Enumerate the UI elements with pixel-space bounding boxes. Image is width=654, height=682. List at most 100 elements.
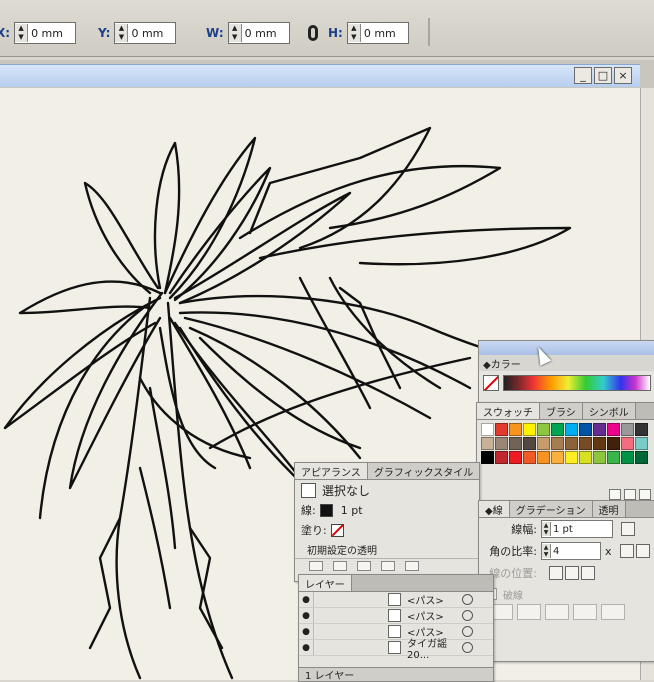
color-swatch[interactable] [509,451,522,464]
color-swatch[interactable] [593,451,606,464]
visibility-eye-icon[interactable]: ● [299,611,313,621]
color-swatch[interactable] [579,437,592,450]
swatch-library-icon[interactable] [609,488,621,500]
delete-swatch-icon[interactable] [639,488,651,500]
appearance-stroke-row[interactable]: 線: 1 pt [295,500,479,520]
miter-join-button[interactable] [619,544,634,558]
appearance-fill-row[interactable]: 塗り: [295,520,479,540]
color-swatch[interactable] [481,423,494,436]
dash-field[interactable] [545,604,569,620]
h-input[interactable]: ▲ ▼ 0 mm [346,22,409,44]
tab-transparency[interactable]: 透明 [592,501,626,517]
visibility-eye-icon[interactable]: ● [299,643,313,653]
tab-appearance[interactable]: アピアランス [295,463,368,479]
color-swatch[interactable] [551,451,564,464]
tab-stroke[interactable]: ◆線 [479,501,510,517]
target-circle-icon[interactable] [462,642,473,653]
color-swatch[interactable] [495,437,508,450]
target-circle-icon[interactable] [462,594,473,605]
color-swatch[interactable] [565,437,578,450]
color-panel-header[interactable] [479,341,654,355]
lock-column[interactable] [313,608,370,623]
layer-row[interactable]: ● <パス> [299,608,493,624]
color-swatch[interactable] [635,423,648,436]
y-input[interactable]: ▲ ▼ 0 mm [114,22,177,44]
tab-layers[interactable]: レイヤー [299,575,352,591]
tab-symbols[interactable]: シンボル [582,403,636,419]
color-spectrum-bar[interactable] [503,375,651,391]
dash-field[interactable] [601,604,625,620]
color-swatch[interactable] [621,423,634,436]
visibility-eye-icon[interactable]: ● [299,627,313,637]
color-tab[interactable]: ◆カラー [479,355,654,371]
color-swatch[interactable] [565,423,578,436]
color-swatch[interactable] [509,423,522,436]
lock-column[interactable] [313,640,370,655]
lock-column[interactable] [313,592,370,607]
color-swatch[interactable] [523,437,536,450]
new-swatch-icon[interactable] [624,488,636,500]
default-opacity-row[interactable]: 初期設定の透明 [295,540,479,558]
color-swatch[interactable] [579,423,592,436]
align-center-button[interactable] [549,566,563,580]
tab-brushes[interactable]: ブラシ [540,403,583,419]
x-stepper[interactable]: ▲ ▼ [15,24,29,42]
reduce-appearance-icon[interactable] [357,561,371,571]
new-art-icon[interactable] [309,561,323,571]
round-join-button[interactable] [635,544,650,558]
align-inside-button[interactable] [565,566,579,580]
duplicate-item-icon[interactable] [381,561,395,571]
color-swatch[interactable] [537,423,550,436]
color-swatch[interactable] [635,451,648,464]
color-swatch[interactable] [481,437,494,450]
color-swatch[interactable] [621,451,634,464]
gap-field[interactable] [573,604,597,620]
tab-graphic-styles[interactable]: グラフィックスタイル [367,463,481,479]
w-input[interactable]: ▲ ▼ 0 mm [227,22,290,44]
color-swatch[interactable] [495,423,508,436]
color-swatch[interactable] [523,451,536,464]
align-outside-button[interactable] [581,566,595,580]
color-swatch[interactable] [593,423,606,436]
close-button[interactable]: × [614,67,632,84]
color-swatch[interactable] [551,423,564,436]
none-color-icon[interactable] [483,375,499,391]
color-swatch[interactable] [635,437,648,450]
color-swatch[interactable] [607,437,620,450]
tab-swatches[interactable]: スウォッチ [477,403,540,419]
color-swatch[interactable] [621,437,634,450]
lock-column[interactable] [313,624,370,639]
target-circle-icon[interactable] [462,626,473,637]
stroke-swatch[interactable] [319,503,333,517]
color-swatch[interactable] [537,451,550,464]
visibility-eye-icon[interactable]: ● [299,595,313,605]
x-input[interactable]: ▲ ▼ 0 mm [14,22,77,44]
minimize-button[interactable]: _ [574,67,592,84]
color-swatch[interactable] [481,451,494,464]
miter-limit-input[interactable]: ▲ ▼ 4 [541,542,601,560]
target-circle-icon[interactable] [462,610,473,621]
document-title-bar[interactable]: _ □ × [0,64,640,87]
color-swatch[interactable] [593,437,606,450]
w-stepper[interactable]: ▲ ▼ [228,24,242,42]
layer-row[interactable]: ● <パス> [299,592,493,608]
fill-swatch[interactable] [330,523,344,537]
maximize-button[interactable]: □ [594,67,612,84]
color-swatch[interactable] [495,451,508,464]
stroke-weight-input[interactable]: ▲ ▼ 1 pt [541,520,613,538]
constrain-proportions-link-icon[interactable] [308,25,318,41]
color-swatch[interactable] [523,423,536,436]
tab-gradient[interactable]: グラデーション [509,501,593,517]
gap-field[interactable] [517,604,541,620]
color-swatch[interactable] [537,437,550,450]
color-swatch[interactable] [565,451,578,464]
h-stepper[interactable]: ▲ ▼ [347,24,361,42]
color-swatch[interactable] [607,451,620,464]
layer-row[interactable]: ● <パス> [299,624,493,640]
stroke-weight-stepper[interactable]: ▲ ▼ [542,522,551,536]
y-stepper[interactable]: ▲ ▼ [115,24,129,42]
color-swatch[interactable] [509,437,522,450]
delete-item-icon[interactable] [405,561,419,571]
clear-appearance-icon[interactable] [333,561,347,571]
miter-limit-stepper[interactable]: ▲ ▼ [542,544,551,558]
